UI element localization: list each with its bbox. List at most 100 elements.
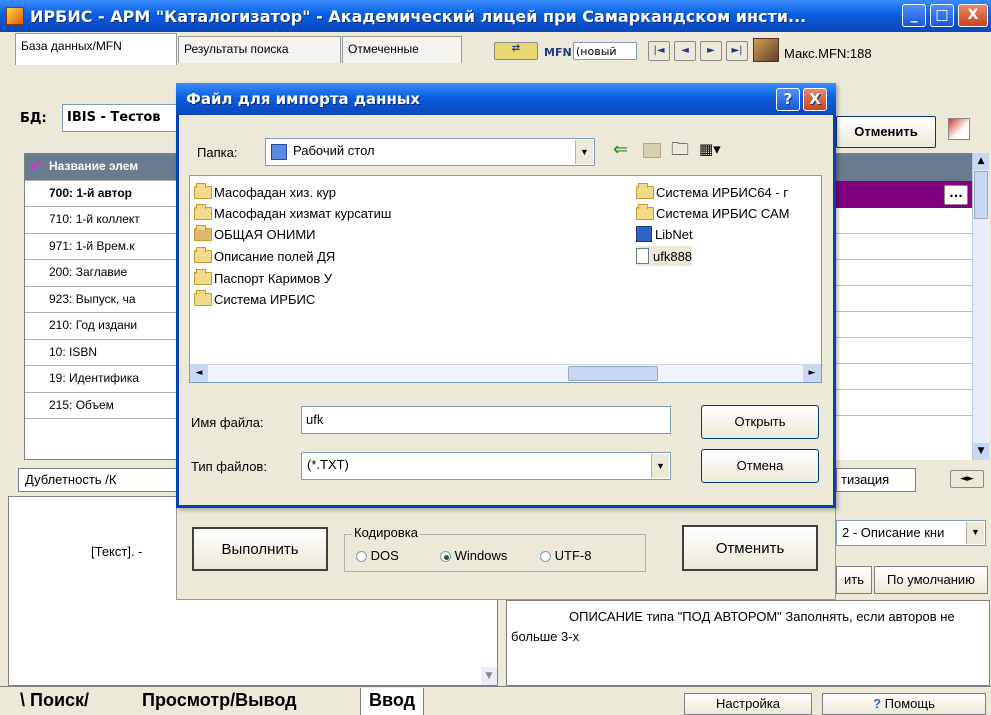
- chevron-down-icon[interactable]: ▼: [651, 454, 669, 478]
- values-header: [836, 154, 972, 181]
- record-edit-icon[interactable]: [753, 38, 779, 62]
- minimize-button[interactable]: _: [902, 4, 926, 27]
- filetype-combo[interactable]: (*.TXT) ▼: [301, 452, 671, 480]
- list-item[interactable]: Масофадан хиз. кур: [194, 182, 336, 202]
- fields-scrollbar[interactable]: ▲ ▼: [972, 153, 989, 460]
- close-button[interactable]: X: [958, 4, 988, 27]
- tab-rubrication[interactable]: тизация: [836, 468, 916, 492]
- tab-search[interactable]: \ Поиск/: [20, 690, 89, 711]
- description-type-combo[interactable]: 2 - Описание кни ▼: [836, 520, 986, 546]
- tab-search-results[interactable]: Результаты поиска: [178, 36, 341, 63]
- table-row[interactable]: 710: 1-й коллект: [25, 207, 183, 234]
- edit-value-button[interactable]: ...: [944, 185, 968, 205]
- table-row[interactable]: 19: Идентифика: [25, 366, 183, 393]
- open-button[interactable]: Открыть: [701, 405, 819, 439]
- list-item[interactable]: Система ИРБИС: [194, 289, 315, 309]
- list-item-selected[interactable]: ufk888: [636, 246, 693, 266]
- tabs-scroll-arrows[interactable]: ◄►: [950, 470, 984, 488]
- list-item[interactable]: Система ИРБИС64 - г: [636, 182, 821, 202]
- chevron-down-icon[interactable]: ▼: [575, 140, 593, 164]
- print-icon[interactable]: [948, 118, 970, 140]
- scroll-down-icon[interactable]: ▼: [973, 443, 989, 460]
- table-row[interactable]: 971: 1-й Врем.к: [25, 234, 183, 260]
- table-row[interactable]: 215: Объем: [25, 393, 183, 419]
- preview-scroll-down-icon[interactable]: ▼: [481, 667, 497, 685]
- selected-value-row[interactable]: ...: [836, 181, 972, 208]
- dialog-cancel-button[interactable]: Отмена: [701, 449, 819, 483]
- folder-icon: [194, 268, 212, 285]
- horizontal-scrollbar[interactable]: ◄ ►: [190, 364, 821, 382]
- file-import-dialog: Файл для импорта данных ? X Папка: Рабоч…: [176, 83, 836, 508]
- list-item[interactable]: Масофадан хизмат курсатиш: [194, 203, 391, 223]
- check-icon: ✔: [29, 158, 43, 175]
- help-label: Помощь: [884, 696, 935, 711]
- radio-dos[interactable]: [356, 551, 367, 563]
- dialog-close-button[interactable]: X: [803, 88, 827, 111]
- radio-windows[interactable]: [440, 551, 451, 563]
- execute-button[interactable]: Выполнить: [192, 527, 328, 571]
- help-icon: ?: [873, 696, 882, 711]
- mfn-input[interactable]: (новый: [573, 42, 637, 60]
- back-icon[interactable]: ⇐: [613, 139, 628, 160]
- apply-button[interactable]: ить: [836, 566, 872, 594]
- view-menu-icon[interactable]: ▦▾: [699, 140, 721, 158]
- list-item[interactable]: ОБЩАЯ ОНИМИ: [194, 224, 316, 244]
- chevron-down-icon[interactable]: ▼: [966, 522, 984, 544]
- table-row[interactable]: 210: Год издани: [25, 313, 183, 340]
- list-item[interactable]: LibNet: [636, 224, 693, 244]
- table-row[interactable]: 923: Выпуск, ча: [25, 287, 183, 313]
- db-label: БД:: [20, 111, 47, 126]
- list-item[interactable]: Система ИРБИС САМ: [636, 203, 821, 223]
- help-button[interactable]: ? Помощь: [822, 693, 986, 715]
- list-item[interactable]: Описание полей ДЯ: [194, 246, 335, 266]
- cancel-changes-button[interactable]: Отменить: [836, 116, 936, 148]
- enc-dos-label: DOS: [370, 548, 399, 563]
- item-label: Масофадан хиз. кур: [214, 184, 336, 200]
- import-cancel-button[interactable]: Отменить: [682, 525, 818, 571]
- tab-doublets[interactable]: Дублетность /К: [18, 468, 180, 492]
- prev-record-button[interactable]: ◄: [674, 41, 696, 61]
- file-list[interactable]: Масофадан хиз. кур Масофадан хизмат курс…: [189, 175, 822, 383]
- header-label: Название элем: [49, 159, 139, 173]
- last-record-button[interactable]: ►|: [726, 41, 748, 61]
- tab-database-mfn[interactable]: База данных/MFN: [15, 33, 177, 65]
- encoding-utf8-option[interactable]: UTF-8: [540, 548, 591, 563]
- db-select[interactable]: IBIS - Тестов: [62, 104, 180, 132]
- text-file-icon: [636, 248, 649, 264]
- tab-view-output[interactable]: Просмотр/Вывод: [142, 690, 297, 711]
- folder-combo[interactable]: Рабочий стол ▼: [265, 138, 595, 166]
- tab-input[interactable]: Ввод: [360, 688, 425, 715]
- next-record-button[interactable]: ►: [700, 41, 722, 61]
- up-folder-icon[interactable]: [643, 143, 661, 158]
- settings-button[interactable]: Настройка: [684, 693, 812, 715]
- field-values-area: ...: [836, 153, 972, 460]
- maximize-button[interactable]: □: [930, 4, 954, 27]
- first-record-button[interactable]: |◄: [648, 41, 670, 61]
- list-item[interactable]: Паспорт Каримов У: [194, 268, 332, 288]
- scroll-right-icon[interactable]: ►: [803, 365, 821, 382]
- folder-icon: [636, 182, 654, 199]
- window-titlebar[interactable]: ИРБИС - АРМ "Каталогизатор" - Академичес…: [0, 0, 991, 32]
- scroll-up-icon[interactable]: ▲: [973, 153, 989, 170]
- filename-input[interactable]: ufk: [301, 406, 671, 434]
- radio-utf8[interactable]: [540, 551, 551, 563]
- folder-icon: [636, 203, 654, 220]
- new-folder-icon[interactable]: 🗀: [671, 137, 689, 167]
- dialog-titlebar[interactable]: Файл для импорта данных ? X: [176, 83, 836, 115]
- table-row[interactable]: 200: Заглавие: [25, 260, 183, 287]
- filetype-label: Тип файлов:: [191, 459, 267, 474]
- tab-marked[interactable]: Отмеченные: [342, 36, 462, 63]
- dialog-help-button[interactable]: ?: [776, 88, 800, 111]
- dialog-title: Файл для импорта данных: [186, 90, 421, 108]
- switch-icon[interactable]: ⇄: [494, 42, 538, 60]
- default-button[interactable]: По умолчанию: [874, 566, 988, 594]
- table-header: ✔ Название элем: [25, 154, 183, 181]
- table-row[interactable]: 10: ISBN: [25, 340, 183, 366]
- scroll-left-icon[interactable]: ◄: [190, 365, 208, 382]
- h-scroll-thumb[interactable]: [568, 366, 658, 381]
- encoding-dos-option[interactable]: DOS: [356, 548, 399, 563]
- scroll-thumb[interactable]: [974, 171, 988, 219]
- encoding-windows-option[interactable]: Windows: [440, 548, 507, 563]
- table-row[interactable]: 700: 1-й автор: [25, 181, 183, 207]
- preview-text: [Текст]. -: [91, 544, 143, 559]
